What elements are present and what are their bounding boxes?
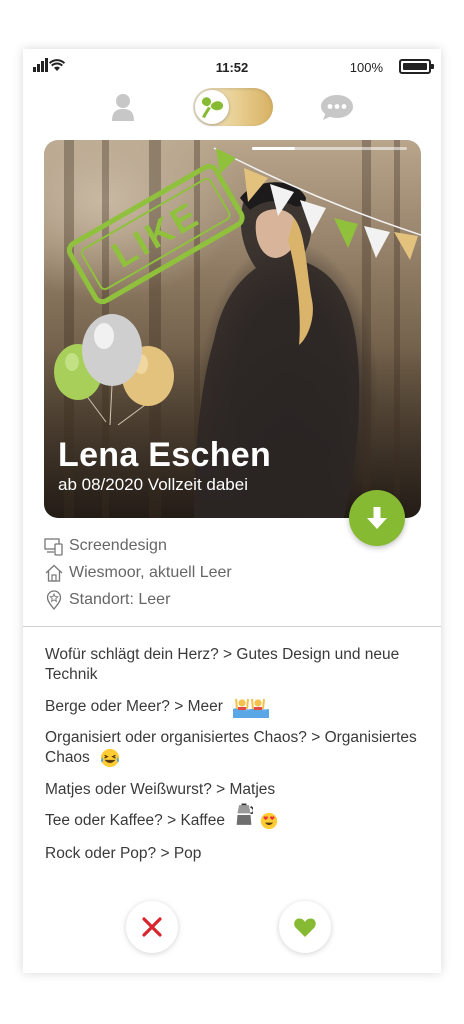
swimmers-emoji	[233, 698, 270, 718]
laughing-tears-emoji	[101, 748, 120, 768]
profile-name: Lena Eschen	[58, 436, 272, 474]
story-progress-fill	[252, 147, 296, 150]
devices-icon	[44, 538, 63, 556]
qa-text: Matjes oder Weißwurst? > Matjes	[45, 781, 276, 798]
battery-percent: 100%	[349, 60, 383, 75]
leaf-logo-icon	[201, 97, 224, 118]
location-pin-icon	[46, 590, 62, 610]
person-icon[interactable]	[110, 93, 136, 121]
qa-item-music: Rock oder Pop? > Pop	[45, 844, 417, 864]
phone-frame: 11:52 100% LIKE Lena Eschen ab 08/2020 V…	[23, 49, 441, 973]
qa-text: Rock oder Pop? > Pop	[45, 845, 202, 862]
dislike-button[interactable]	[126, 901, 178, 953]
heart-icon	[294, 918, 316, 937]
heart-eyes-emoji	[260, 812, 277, 830]
profile-card[interactable]: LIKE Lena Eschen ab 08/2020 Vollzeit dab…	[44, 140, 421, 518]
story-progress	[252, 147, 407, 150]
chat-bubble-icon[interactable]	[319, 93, 355, 121]
qa-item-mountains-sea: Berge oder Meer? > Meer	[45, 696, 417, 718]
mode-toggle[interactable]	[193, 88, 273, 126]
toggle-knob[interactable]	[195, 90, 229, 124]
battery-icon	[399, 59, 434, 74]
download-button[interactable]	[349, 490, 405, 546]
qa-item-heart: Wofür schlägt dein Herz? > Gutes Design …	[45, 645, 417, 685]
download-arrow-icon	[367, 507, 387, 529]
qa-text: Wofür schlägt dein Herz? > Gutes Design …	[45, 646, 400, 683]
moka-pot-icon	[236, 803, 254, 825]
qa-item-coffee: Tee oder Kaffee? > Kaffee	[45, 803, 417, 831]
home-icon	[45, 564, 63, 582]
qa-text: Berge oder Meer? > Meer	[45, 698, 223, 716]
close-x-icon	[142, 917, 162, 937]
profile-subtitle: ab 08/2020 Vollzeit dabei	[58, 475, 248, 494]
status-bar: 11:52 100%	[23, 49, 441, 85]
section-divider	[23, 626, 441, 627]
qa-text: Tee oder Kaffee? > Kaffee	[45, 812, 225, 829]
qa-item-chaos: Organisiert oder organisiertes Chaos? > …	[45, 728, 417, 768]
qa-item-matjes: Matjes oder Weißwurst? > Matjes	[45, 780, 417, 800]
info-label-job: Screendesign	[69, 537, 167, 554]
info-label-home: Wiesmoor, aktuell Leer	[69, 564, 232, 581]
like-button[interactable]	[279, 901, 331, 953]
info-label-location: Standort: Leer	[69, 591, 171, 608]
